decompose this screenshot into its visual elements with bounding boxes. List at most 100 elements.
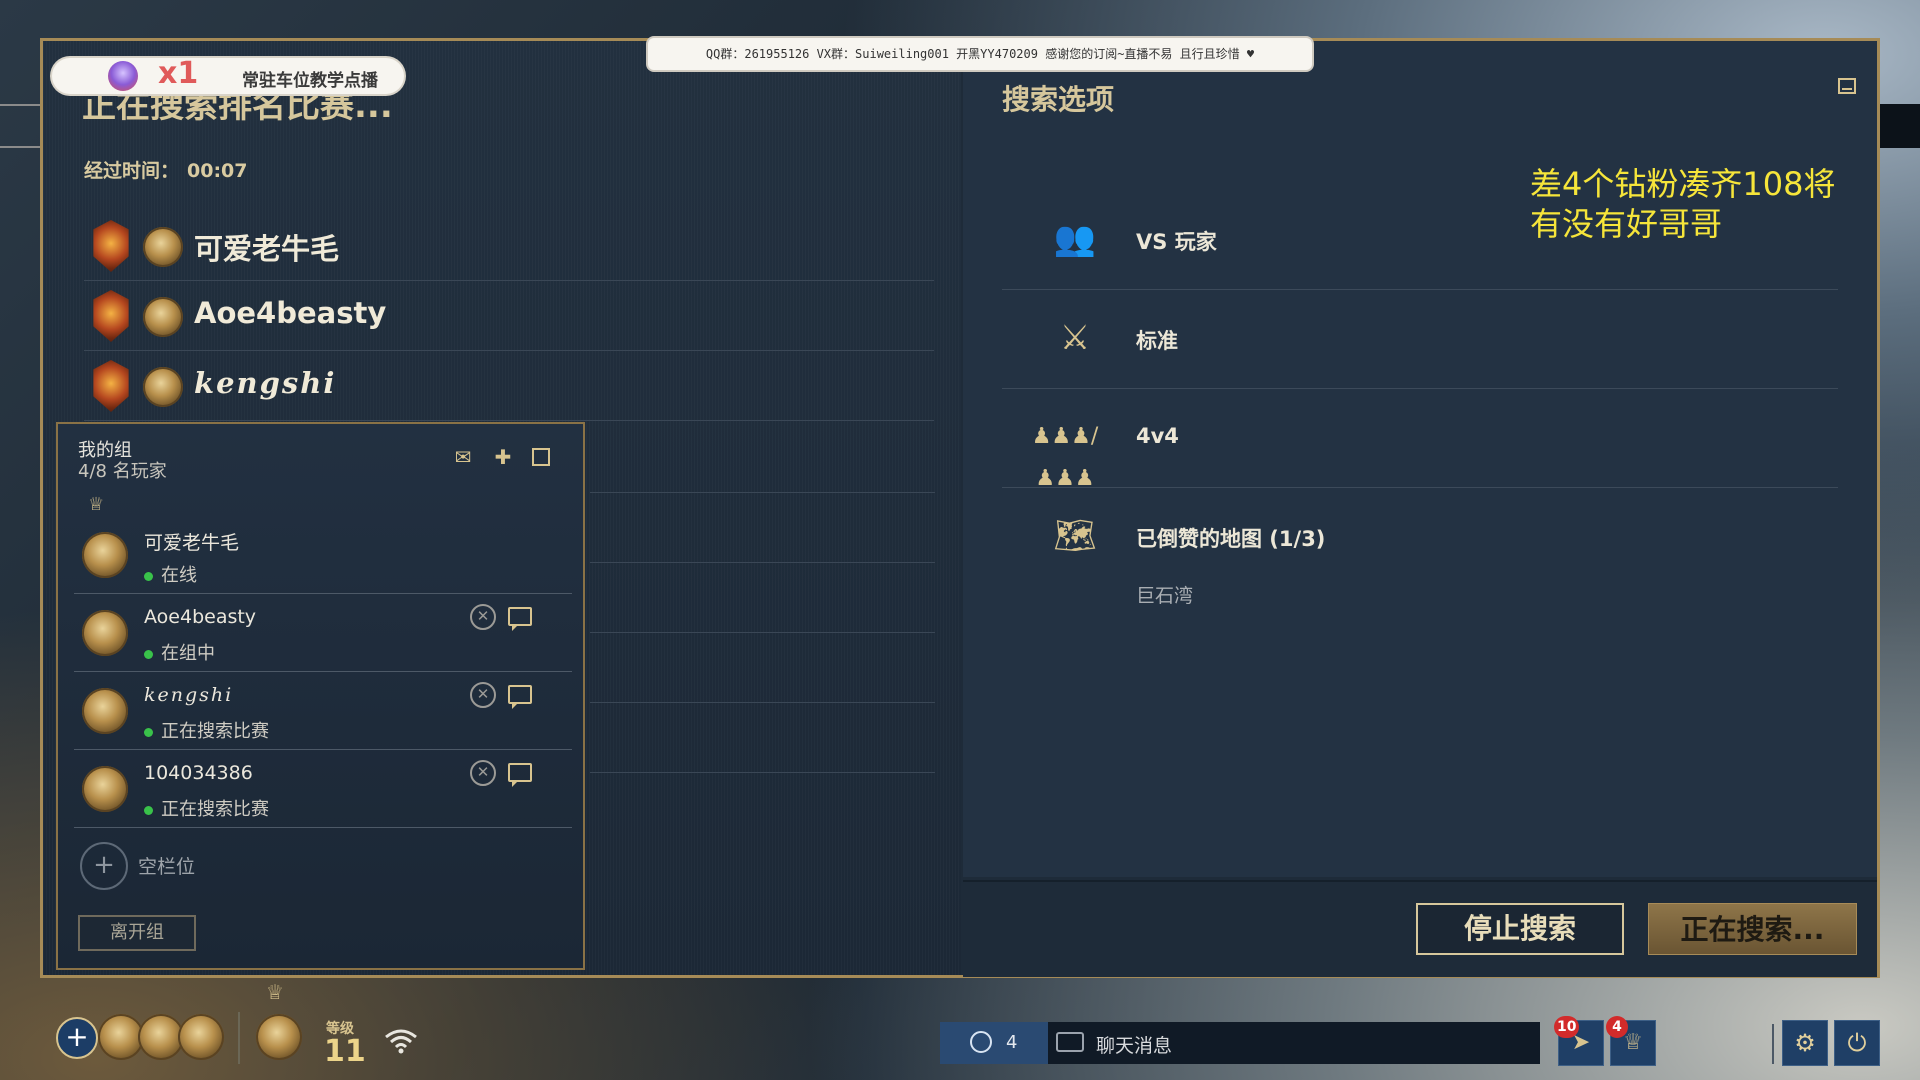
member-name: Aoe4beasty (144, 606, 257, 628)
player-medal-icon (143, 227, 183, 267)
team-vs-icon: ♟♟♟/♟♟♟ (1031, 424, 1099, 491)
notification-badge: 10 (1554, 1016, 1580, 1038)
member-status-text: 正在搜索比赛 (161, 799, 269, 820)
member-status-text: 在组中 (161, 643, 215, 664)
member-status: 正在搜索比赛 (144, 717, 269, 743)
whisper-icon[interactable] (508, 685, 532, 709)
rank-badge-icon (93, 220, 129, 272)
empty-slot-label: 空栏位 (138, 856, 196, 878)
rank-badge-icon (93, 360, 129, 412)
player-name: 可爱老牛毛 (194, 232, 340, 266)
options-title: 搜索选项 (1002, 83, 1115, 116)
group-chat-icon[interactable]: ✉ (450, 446, 476, 468)
right-edge-strip (1880, 104, 1920, 148)
tip-multiplier: x1 (158, 56, 199, 91)
member-status: 在组中 (144, 639, 215, 665)
bottom-separator (1772, 1024, 1774, 1064)
invite-player-icon[interactable]: ✚ (490, 446, 516, 468)
kick-member-icon[interactable]: ✕ (470, 604, 496, 630)
player-crown-icon: ♕ (266, 980, 284, 1004)
online-dot-icon (144, 649, 153, 659)
gem-icon (108, 61, 138, 91)
empty-row-divider (590, 632, 935, 633)
empty-row-divider (590, 562, 935, 563)
chat-label[interactable]: 聊天消息 (1096, 1031, 1172, 1058)
crossed-swords-icon: ⚔ (1059, 318, 1091, 358)
online-dot-icon (144, 805, 153, 815)
stream-overlay-text: 差4个钻粉凑齐108将 有没有好哥哥 (1530, 164, 1835, 244)
player-row: kengshi (84, 354, 934, 421)
players-icon: 👥 (1053, 219, 1097, 259)
party-medal-icon[interactable] (178, 1014, 224, 1060)
member-name: 可爱老牛毛 (144, 532, 240, 554)
minimize-icon[interactable] (1838, 78, 1856, 94)
my-group-panel: 我的组 4/8 名玩家 ✉ ✚ ♕ 可爱老牛毛 在线 Aoe4beasty 在组… (56, 422, 585, 970)
member-medal-icon (82, 766, 128, 812)
option-label: 已倒赞的地图 (1/3) (1136, 527, 1326, 551)
banned-map-name: 巨石湾 (1136, 585, 1194, 607)
add-friend-button[interactable]: + (56, 1017, 98, 1059)
level-value: 11 (324, 1034, 366, 1069)
member-status-text: 在线 (161, 565, 197, 586)
member-name: kengshi (144, 684, 234, 706)
group-member[interactable]: 可爱老牛毛 在线 (74, 516, 572, 594)
bottom-separator (238, 1012, 240, 1064)
friends-count: 4 (1006, 1032, 1018, 1053)
rank-badge-icon (93, 290, 129, 342)
player-medal-icon (143, 297, 183, 337)
overlay-line-1: 差4个钻粉凑齐108将 (1530, 165, 1836, 203)
profile-medal-icon[interactable] (256, 1014, 302, 1060)
online-dot-icon (144, 571, 153, 581)
stream-banner: QQ群：261955126 VX群：Suiweiling001 开黑YY4702… (648, 38, 1312, 70)
option-row: ⚔ 标准 (1002, 289, 1838, 389)
member-medal-icon (82, 532, 128, 578)
connection-icon (385, 1029, 417, 1054)
left-edge-strip (0, 104, 40, 148)
whisper-icon[interactable] (508, 763, 532, 787)
option-row: 🗺 已倒赞的地图 (1/3) 巨石湾 (1002, 487, 1838, 627)
player-row: 可爱老牛毛 (84, 214, 934, 281)
player-name: Aoe4beasty (194, 296, 387, 330)
member-medal-icon (82, 688, 128, 734)
empty-row-divider (590, 772, 935, 773)
group-count: 4/8 名玩家 (78, 461, 167, 482)
friends-icon (970, 1031, 992, 1053)
member-medal-icon (82, 610, 128, 656)
leave-group-button[interactable]: 离开组 (78, 915, 196, 951)
chat-icon (1056, 1032, 1084, 1052)
add-member-button[interactable]: + (80, 842, 128, 890)
map-icon: 🗺 (1053, 516, 1097, 556)
member-name: 104034386 (144, 762, 253, 784)
online-dot-icon (144, 727, 153, 737)
group-member[interactable]: 104034386 正在搜索比赛 ✕ (74, 750, 572, 828)
player-name: kengshi (194, 366, 337, 400)
kick-member-icon[interactable]: ✕ (470, 682, 496, 708)
player-row: Aoe4beasty (84, 284, 934, 351)
member-status-text: 正在搜索比赛 (161, 721, 269, 742)
whisper-icon[interactable] (508, 607, 532, 631)
elapsed-value: 00:07 (187, 160, 248, 182)
kick-member-icon[interactable]: ✕ (470, 760, 496, 786)
option-label: VS 玩家 (1136, 230, 1217, 254)
tip-text: 常驻车位教学点播 (242, 71, 378, 91)
group-member[interactable]: Aoe4beasty 在组中 ✕ (74, 594, 572, 672)
searching-button: 正在搜索... (1648, 903, 1857, 955)
stop-search-button[interactable]: 停止搜索 (1416, 903, 1624, 955)
member-status: 正在搜索比赛 (144, 795, 269, 821)
empty-row-divider (590, 702, 935, 703)
elapsed-time: 经过时间： 00:07 (84, 156, 248, 183)
power-icon[interactable]: ⏻ (1834, 1020, 1880, 1066)
member-status: 在线 (144, 561, 197, 587)
tip-banner: x1 常驻车位教学点播 (52, 56, 404, 94)
overlay-line-2: 有没有好哥哥 (1530, 205, 1723, 243)
settings-gear-icon[interactable]: ⚙ (1782, 1020, 1828, 1066)
elapsed-label: 经过时间： (84, 160, 180, 182)
group-member[interactable]: kengshi 正在搜索比赛 ✕ (74, 672, 572, 750)
friends-button[interactable] (940, 1022, 1048, 1064)
minimize-group-icon[interactable] (532, 448, 550, 466)
notification-badge: 4 (1606, 1016, 1628, 1038)
option-label: 标准 (1136, 329, 1178, 353)
option-label: 4v4 (1136, 424, 1179, 448)
empty-row-divider (590, 492, 935, 493)
leader-crown-icon: ♕ (88, 494, 105, 515)
